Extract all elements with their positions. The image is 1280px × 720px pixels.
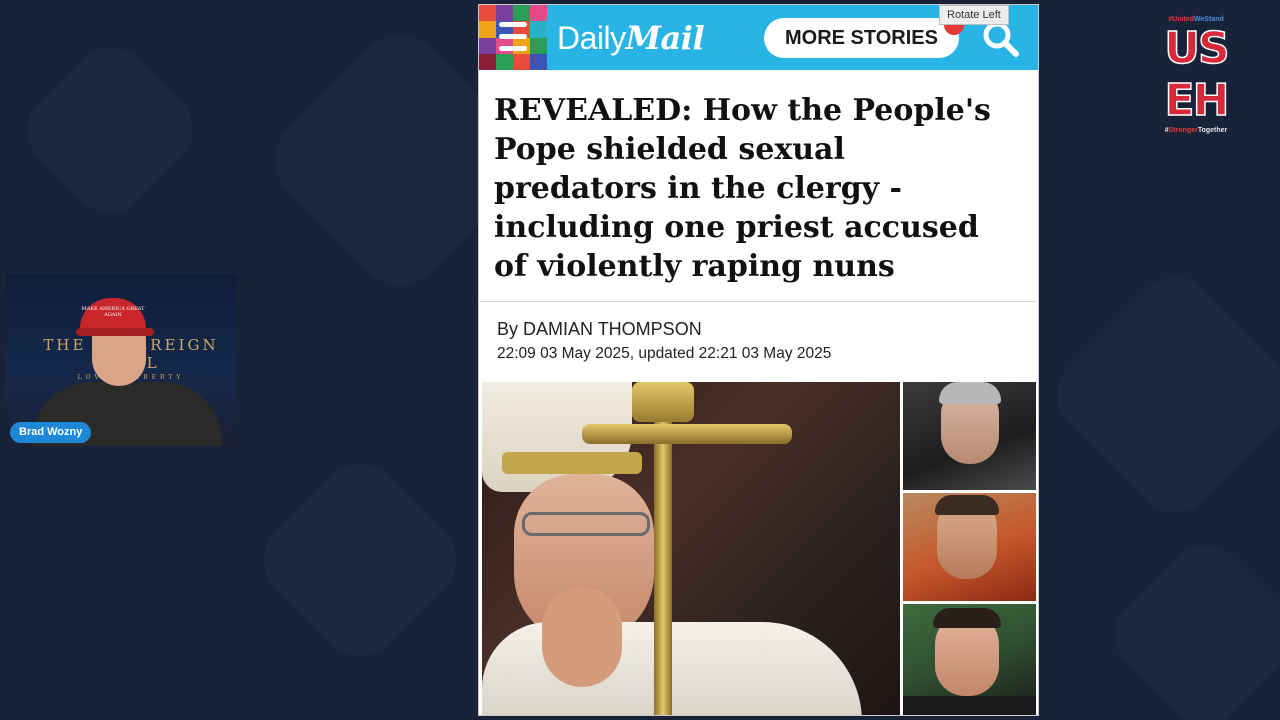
brand-tag-top-a: #United — [1168, 16, 1194, 23]
background-shape — [1098, 528, 1280, 720]
site-logo[interactable]: DailyMail — [557, 19, 705, 57]
side-photo-3[interactable] — [903, 604, 1036, 715]
webcam-feed: THE SOVEREIGN SOUL LOVE · LIBERTY MAKE A… — [6, 274, 237, 446]
brand-tag-bottom-b: Stronger — [1168, 127, 1198, 134]
photo-cross-top — [632, 382, 694, 422]
article-dateline: 22:09 03 May 2025, updated 22:21 03 May … — [497, 345, 832, 362]
more-stories-button[interactable]: MORE STORIES — [764, 18, 959, 58]
main-article-photo[interactable] — [482, 382, 900, 715]
channel-brand-logo: #UnitedWeStand US EH #StrongerTogether — [1156, 16, 1236, 134]
brand-tag-bottom: #StrongerTogether — [1156, 127, 1236, 134]
photo-hand — [542, 587, 622, 687]
divider — [479, 301, 1036, 302]
side-photo-3-collar — [903, 696, 1036, 715]
search-icon[interactable] — [981, 19, 1021, 59]
side-photo-1-hair — [939, 382, 1001, 404]
side-photo-2[interactable] — [903, 493, 1036, 601]
brand-tag-bottom-c: Together — [1197, 127, 1228, 134]
rotate-left-tooltip: Rotate Left — [939, 5, 1009, 25]
hamburger-icon[interactable] — [499, 22, 527, 52]
side-photo-3-hair — [933, 608, 1001, 628]
article-byline[interactable]: By DAMIAN THOMPSON — [497, 319, 702, 340]
brand-letters-us: US — [1164, 22, 1231, 75]
presenter-name-tag: Brad Wozny — [10, 422, 92, 443]
article-headline: REVEALED: How the People's Pope shielded… — [494, 93, 991, 284]
brand-tag-top: #UnitedWeStand — [1156, 16, 1236, 23]
background-shape — [1040, 260, 1280, 530]
article-view[interactable]: DailyMail MORE STORIES Rotate Left REVEA… — [478, 4, 1039, 716]
side-photo-1[interactable] — [903, 382, 1036, 490]
photo-cross-bar — [582, 424, 792, 444]
logo-daily: Daily — [557, 20, 626, 56]
photo-glasses — [522, 512, 650, 536]
brand-letters-eh: EH — [1164, 74, 1230, 127]
brand-tag-top-b: WeStand — [1193, 16, 1224, 23]
photo-robe — [482, 622, 862, 715]
logo-mail: Mail — [625, 19, 705, 57]
photo-mitre-band — [502, 452, 642, 474]
cap-brim — [76, 328, 154, 336]
side-photo-2-hair — [935, 495, 999, 515]
background-shape — [11, 31, 209, 229]
background-shape — [246, 446, 474, 674]
